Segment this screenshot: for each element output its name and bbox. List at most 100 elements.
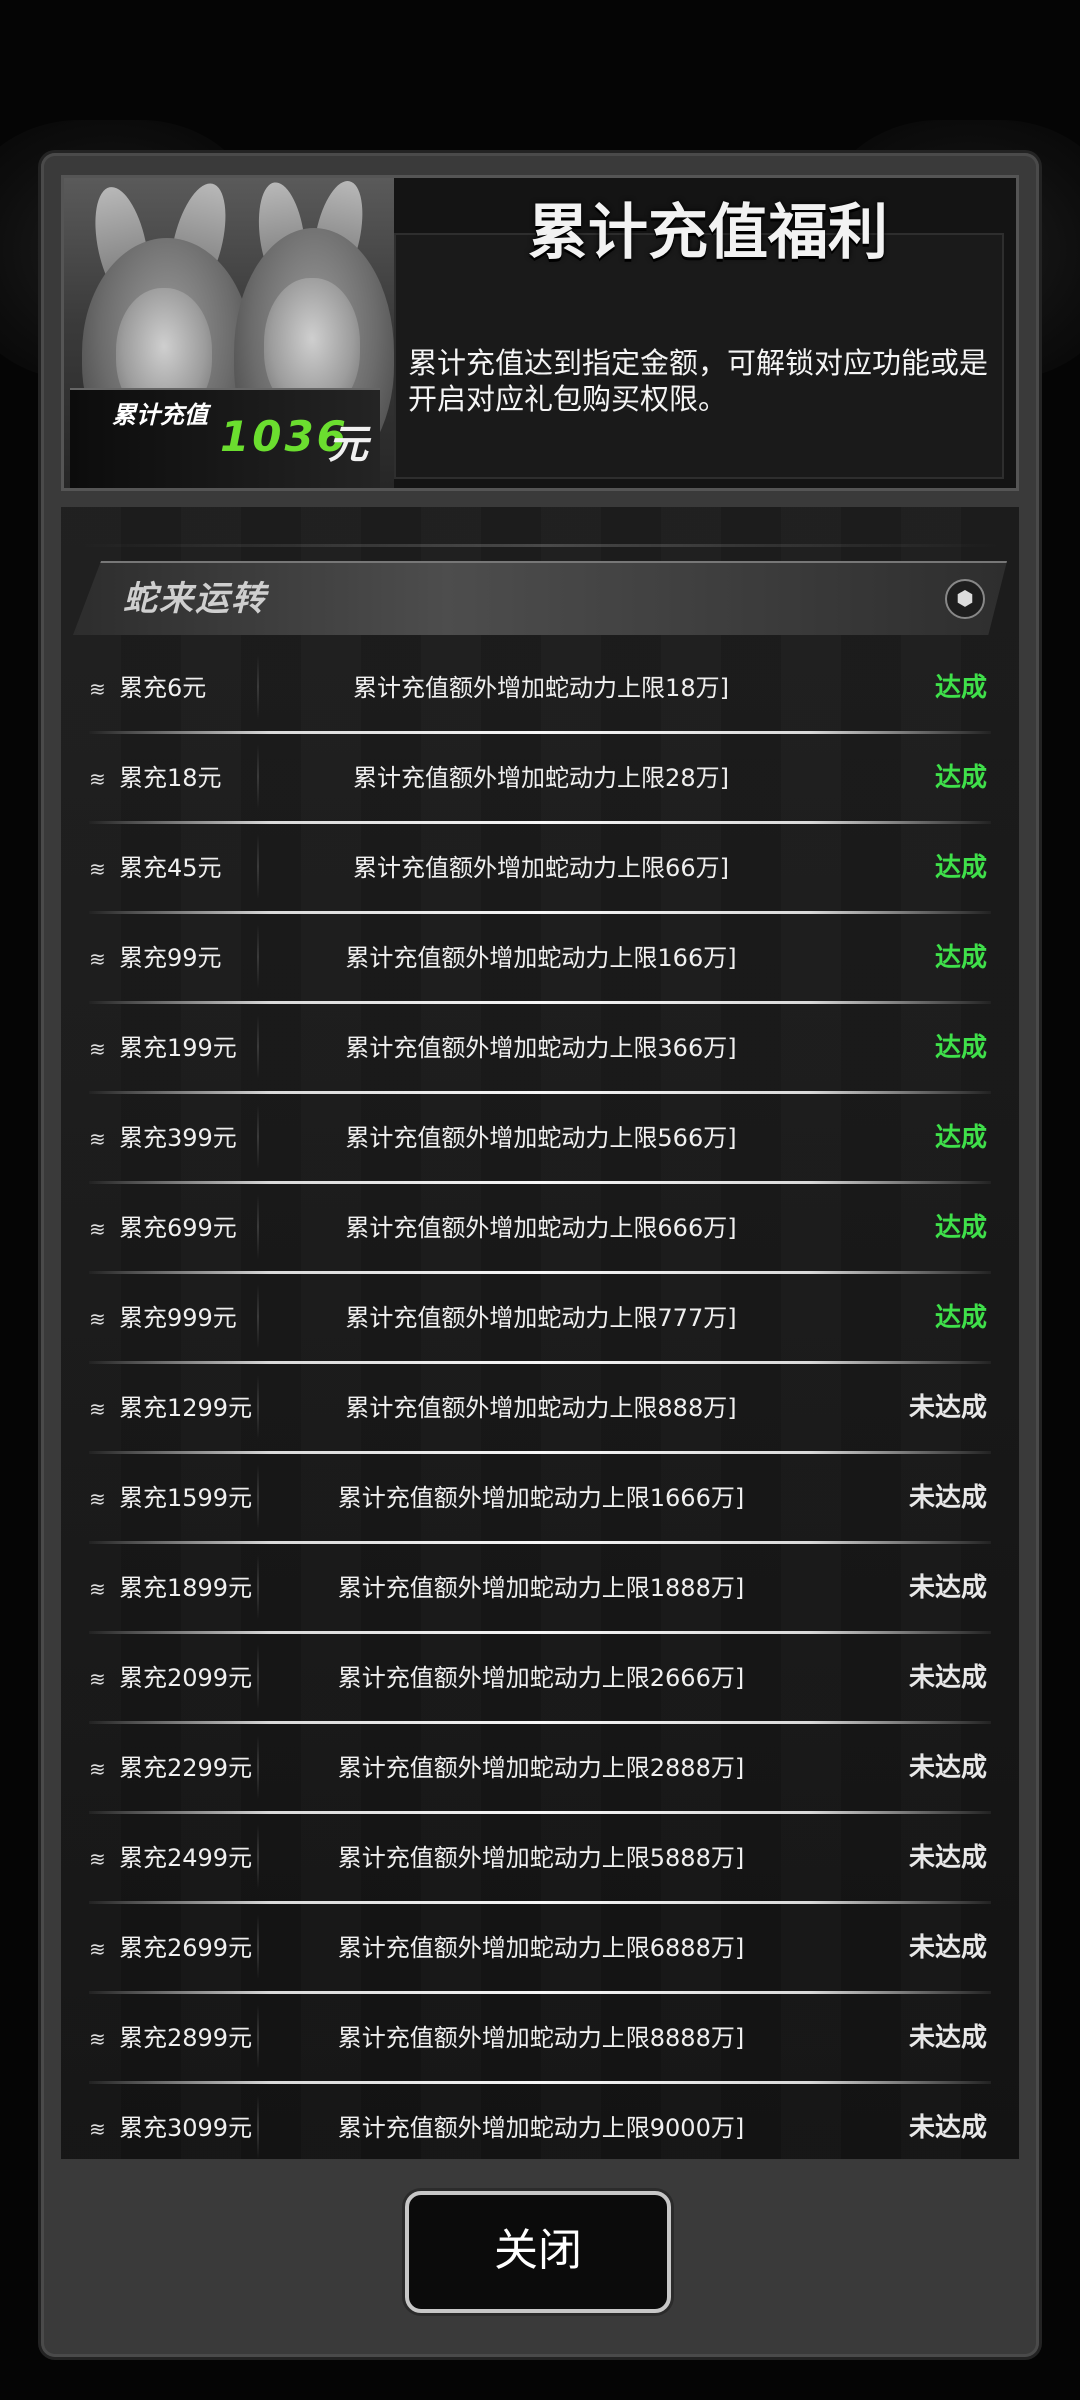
- list-item: ≋ 累充1599元 累计充值额外增加蛇动力上限1666万] 未达成: [61, 1459, 1019, 1549]
- row-divider: [89, 1271, 991, 1274]
- threshold-text: 累充2699元: [119, 1934, 253, 1962]
- threshold-text: 累充1899元: [119, 1574, 253, 1602]
- layers-icon: ≋: [89, 947, 106, 971]
- reward-text: 累计充值额外增加蛇动力上限566万]: [345, 1124, 737, 1152]
- layers-icon: ≋: [89, 677, 106, 701]
- column-divider: [257, 1915, 259, 1979]
- column-divider: [257, 1105, 259, 1169]
- reward-text: 累计充值额外增加蛇动力上限6888万]: [337, 1934, 745, 1962]
- column-divider: [257, 2005, 259, 2069]
- threshold-label: ≋ 累充2099元: [89, 1639, 252, 1717]
- threshold-label: ≋ 累充399元: [89, 1099, 237, 1177]
- reward-text: 累计充值额外增加蛇动力上限366万]: [345, 1034, 737, 1062]
- list-item: ≋ 累充6元 累计充值额外增加蛇动力上限18万] 达成: [61, 649, 1019, 739]
- row-divider: [89, 1091, 991, 1094]
- list-item: ≋ 累充2899元 累计充值额外增加蛇动力上限8888万] 未达成: [61, 1999, 1019, 2089]
- total-recharge-box: 累计充值 1036 元: [70, 388, 380, 488]
- reward-list[interactable]: 蛇来运转 ⬢ ≋ 累充6元 累计充值额外增加蛇动力上限18万] 达成 ≋ 累充18元 累计充…: [61, 507, 1019, 2159]
- list-item: ≋ 累充2499元 累计充值额外增加蛇动力上限5888万] 未达成: [61, 1819, 1019, 1909]
- character-portrait: 累计充值 1036 元: [64, 178, 394, 488]
- column-divider: [257, 925, 259, 989]
- status-badge: 未达成: [908, 1573, 987, 1603]
- list-item: ≋ 累充2699元 累计充值额外增加蛇动力上限6888万] 未达成: [61, 1909, 1019, 1999]
- threshold-text: 累充6元: [119, 674, 207, 702]
- reward-text: 累计充值额外增加蛇动力上限666万]: [345, 1214, 737, 1242]
- threshold-text: 累充699元: [119, 1214, 237, 1242]
- layers-icon: ≋: [89, 1487, 106, 1511]
- reward-text: 累计充值额外增加蛇动力上限9000万]: [337, 2114, 745, 2142]
- threshold-label: ≋ 累充18元: [89, 739, 222, 817]
- status-badge: 达成: [934, 1303, 987, 1333]
- reward-text: 累计充值额外增加蛇动力上限166万]: [345, 944, 737, 972]
- list-item: ≋ 累充999元 累计充值额外增加蛇动力上限777万] 达成: [61, 1279, 1019, 1369]
- row-divider: [89, 2081, 991, 2084]
- threshold-label: ≋ 累充699元: [89, 1189, 237, 1267]
- list-item: ≋ 累充3099元 累计充值额外增加蛇动力上限9000万] 未达成: [61, 2089, 1019, 2159]
- column-divider: [257, 1555, 259, 1619]
- status-badge: 未达成: [908, 1393, 987, 1423]
- reward-text: 累计充值额外增加蛇动力上限2666万]: [337, 1664, 745, 1692]
- row-divider: [89, 1541, 991, 1544]
- hexagon-icon[interactable]: ⬢: [945, 579, 985, 619]
- total-recharge-unit: 元: [328, 422, 368, 468]
- layers-icon: ≋: [89, 1217, 106, 1241]
- row-divider: [89, 1901, 991, 1904]
- threshold-label: ≋ 累充999元: [89, 1279, 237, 1357]
- threshold-label: ≋ 累充1899元: [89, 1549, 252, 1627]
- layers-icon: ≋: [89, 2027, 106, 2051]
- row-divider: [89, 731, 991, 734]
- layers-icon: ≋: [89, 1127, 106, 1151]
- threshold-text: 累充1599元: [119, 1484, 253, 1512]
- column-divider: [257, 1735, 259, 1799]
- row-divider: [89, 911, 991, 914]
- layers-icon: ≋: [89, 1397, 106, 1421]
- column-divider: [257, 655, 259, 719]
- row-divider: [89, 1991, 991, 1994]
- recharge-benefit-dialog: 累计充值 1036 元 累计充值达到指定金额，可解锁对应功能或是开启对应礼包购买…: [41, 153, 1039, 2357]
- list-item-partial: [61, 507, 1019, 547]
- total-recharge-label: 累计充值: [112, 401, 208, 429]
- reward-text: 累计充值额外增加蛇动力上限2888万]: [337, 1754, 745, 1782]
- list-item: ≋ 累充2099元 累计充值额外增加蛇动力上限2666万] 未达成: [61, 1639, 1019, 1729]
- row-divider: [89, 1181, 991, 1184]
- description-text: 累计充值达到指定金额，可解锁对应功能或是开启对应礼包购买权限。: [408, 346, 989, 416]
- column-divider: [257, 1645, 259, 1709]
- list-item: ≋ 累充199元 累计充值额外增加蛇动力上限366万] 达成: [61, 1009, 1019, 1099]
- layers-icon: ≋: [89, 767, 106, 791]
- threshold-label: ≋ 累充2899元: [89, 1999, 252, 2077]
- threshold-text: 累充45元: [119, 854, 222, 882]
- reward-text: 累计充值额外增加蛇动力上限1666万]: [337, 1484, 745, 1512]
- page-title: 累计充值福利: [528, 198, 888, 268]
- threshold-label: ≋ 累充2299元: [89, 1729, 252, 1807]
- row-divider: [89, 1811, 991, 1814]
- close-button[interactable]: 关闭: [405, 2191, 671, 2313]
- row-divider: [89, 821, 991, 824]
- status-badge: 达成: [934, 943, 987, 973]
- reward-text: 累计充值额外增加蛇动力上限888万]: [345, 1394, 737, 1422]
- threshold-label: ≋ 累充1299元: [89, 1369, 252, 1447]
- threshold-text: 累充3099元: [119, 2114, 253, 2142]
- column-divider: [257, 745, 259, 809]
- layers-icon: ≋: [89, 2117, 106, 2141]
- list-item: ≋ 累充1899元 累计充值额外增加蛇动力上限1888万] 未达成: [61, 1549, 1019, 1639]
- status-badge: 达成: [934, 1123, 987, 1153]
- layers-icon: ≋: [89, 1667, 106, 1691]
- status-badge: 未达成: [908, 1843, 987, 1873]
- threshold-text: 累充2899元: [119, 2024, 253, 2052]
- column-divider: [257, 1015, 259, 1079]
- layers-icon: ≋: [89, 1577, 106, 1601]
- row-divider: [89, 1631, 991, 1634]
- threshold-text: 累充2499元: [119, 1844, 253, 1872]
- status-badge: 未达成: [908, 2023, 987, 2053]
- row-divider: [89, 1451, 991, 1454]
- status-badge: 达成: [934, 1033, 987, 1063]
- status-badge: 达成: [934, 1213, 987, 1243]
- status-badge: 未达成: [908, 1933, 987, 1963]
- reward-text: 累计充值额外增加蛇动力上限8888万]: [337, 2024, 745, 2052]
- status-badge: 达成: [934, 673, 987, 703]
- column-divider: [257, 1375, 259, 1439]
- column-divider: [257, 2095, 259, 2159]
- status-badge: 未达成: [908, 1753, 987, 1783]
- list-item: ≋ 累充45元 累计充值额外增加蛇动力上限66万] 达成: [61, 829, 1019, 919]
- dialog-header: 累计充值 1036 元 累计充值达到指定金额，可解锁对应功能或是开启对应礼包购买…: [61, 175, 1019, 491]
